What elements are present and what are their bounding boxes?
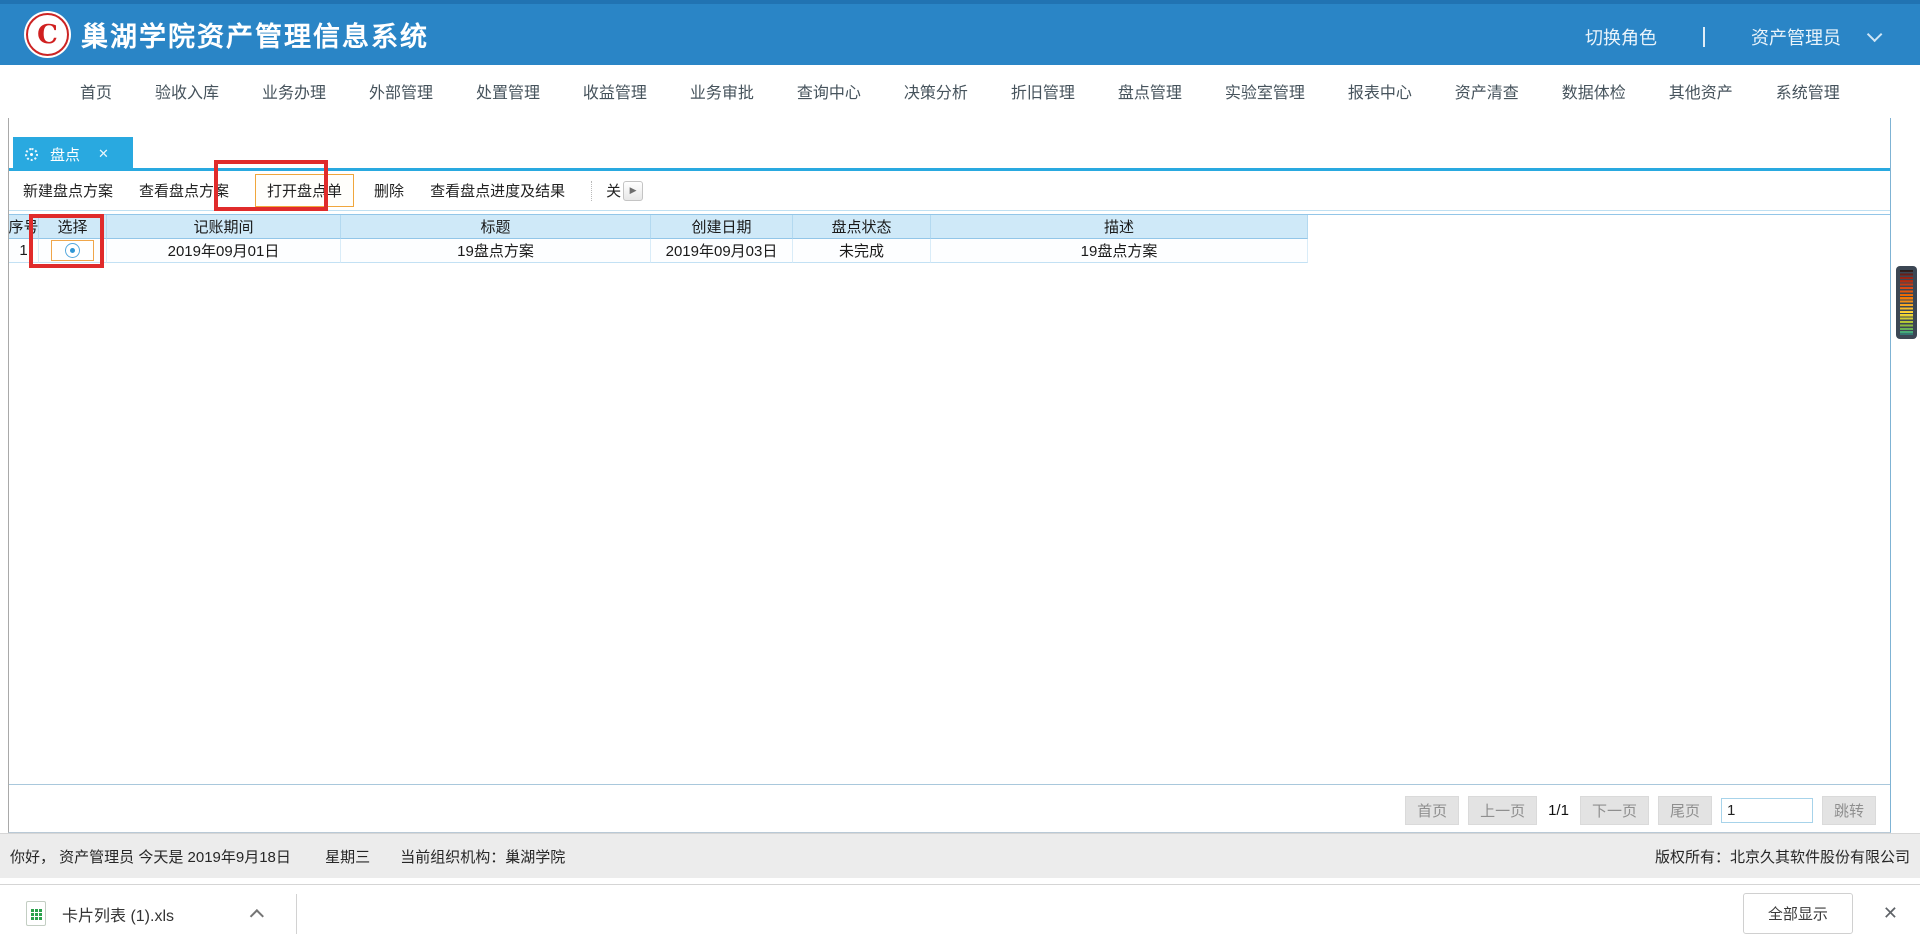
table-row[interactable]: 1 2019年09月01日 19盘点方案 2019年09月03日 未完成 19盘…: [9, 239, 1890, 263]
downloaded-file-chip[interactable]: 卡片列表 (1).xls: [26, 901, 264, 926]
new-inventory-plan-button[interactable]: 新建盘点方案: [23, 180, 113, 201]
header-divider: [1703, 27, 1705, 47]
page-jump-input[interactable]: [1721, 798, 1813, 823]
download-bar: 卡片列表 (1).xls 全部显示 ✕: [0, 884, 1920, 942]
status-left: 你好， 资产管理员 今天是 2019年9月18日 星期三 当前组织机构：巢湖学院: [10, 846, 565, 867]
content-panel: 盘点 ✕ 新建盘点方案 查看盘点方案 打开盘点单 删除 查看盘点进度及结果 关 …: [8, 118, 1891, 833]
switch-role-button[interactable]: 切换角色: [1585, 24, 1657, 50]
grid-header-row: 序号 选择 记账期间 标题 创建日期 盘点状态 描述: [9, 215, 1890, 239]
next-page-button[interactable]: 下一页: [1580, 796, 1649, 825]
nav-item-lab[interactable]: 实验室管理: [1225, 79, 1305, 103]
prev-page-button[interactable]: 上一页: [1468, 796, 1537, 825]
pagination: 首页 上一页 1/1 下一页 尾页 跳转: [1405, 796, 1876, 825]
current-role-label: 资产管理员: [1751, 24, 1841, 50]
nav-item-acceptance[interactable]: 验收入库: [155, 79, 219, 103]
status-weekday: 星期三: [325, 849, 370, 866]
inventory-plan-grid: 序号 选择 记账期间 标题 创建日期 盘点状态 描述 1 2019年09月01日…: [9, 214, 1890, 263]
performance-widget[interactable]: [1896, 266, 1917, 339]
cell-status: 未完成: [793, 239, 931, 263]
col-header-created: 创建日期: [651, 215, 793, 239]
annotation-box-select-radio: [29, 214, 104, 268]
performance-bars-icon: [1900, 270, 1913, 335]
cell-title: 19盘点方案: [341, 239, 651, 263]
overflow-arrow-button[interactable]: ▶: [623, 181, 643, 201]
jump-button[interactable]: 跳转: [1822, 796, 1876, 825]
current-role-menu[interactable]: 资产管理员: [1751, 24, 1878, 50]
status-bar: 你好， 资产管理员 今天是 2019年9月18日 星期三 当前组织机构：巢湖学院…: [0, 833, 1920, 878]
toolbar-separator: [591, 181, 592, 201]
main-nav: 首页 验收入库 业务办理 外部管理 处置管理 收益管理 业务审批 查询中心 决策…: [0, 65, 1920, 117]
page-info: 1/1: [1548, 802, 1569, 819]
nav-item-depreciation[interactable]: 折旧管理: [1011, 79, 1075, 103]
delete-button[interactable]: 删除: [374, 180, 404, 201]
annotation-box-open-inventory: [214, 160, 328, 211]
download-bar-right: 全部显示 ✕: [1743, 893, 1904, 934]
toolbar-overflow: 关 ▶: [606, 180, 643, 201]
col-header-period: 记账期间: [107, 215, 341, 239]
nav-item-income[interactable]: 收益管理: [583, 79, 647, 103]
col-header-desc: 描述: [931, 215, 1308, 239]
col-header-title: 标题: [341, 215, 651, 239]
nav-item-other-assets[interactable]: 其他资产: [1669, 79, 1733, 103]
chevron-down-icon[interactable]: [1867, 27, 1883, 43]
university-logo-icon: C: [24, 11, 71, 58]
status-organization: 当前组织机构：巢湖学院: [400, 849, 565, 866]
nav-item-asset-check[interactable]: 资产清查: [1455, 79, 1519, 103]
overflow-label: 关: [606, 180, 621, 201]
nav-item-query[interactable]: 查询中心: [797, 79, 861, 103]
nav-item-approval[interactable]: 业务审批: [690, 79, 754, 103]
nav-item-home[interactable]: 首页: [80, 79, 112, 103]
view-progress-result-button[interactable]: 查看盘点进度及结果: [430, 180, 565, 201]
grid-bottom-divider: [9, 784, 1890, 785]
nav-item-system[interactable]: 系统管理: [1776, 79, 1840, 103]
first-page-button[interactable]: 首页: [1405, 796, 1459, 825]
tab-close-icon[interactable]: ✕: [98, 146, 109, 162]
target-icon: [25, 148, 38, 161]
tab-label: 盘点: [50, 144, 80, 165]
downloaded-file-name: 卡片列表 (1).xls: [62, 902, 174, 926]
tab-inventory[interactable]: 盘点 ✕: [13, 137, 133, 171]
nav-item-disposal[interactable]: 处置管理: [476, 79, 540, 103]
download-bar-divider: [296, 894, 297, 934]
nav-item-analysis[interactable]: 决策分析: [904, 79, 968, 103]
nav-item-external[interactable]: 外部管理: [369, 79, 433, 103]
excel-file-icon: [26, 901, 46, 926]
cell-created: 2019年09月03日: [651, 239, 793, 263]
cell-period: 2019年09月01日: [107, 239, 341, 263]
last-page-button[interactable]: 尾页: [1658, 796, 1712, 825]
nav-item-business[interactable]: 业务办理: [262, 79, 326, 103]
arrow-right-icon: ▶: [630, 185, 637, 196]
nav-item-inventory[interactable]: 盘点管理: [1118, 79, 1182, 103]
header-right: 切换角色 资产管理员: [1585, 4, 1878, 69]
col-header-status: 盘点状态: [793, 215, 931, 239]
status-greeting: 你好， 资产管理员 今天是 2019年9月18日: [10, 849, 291, 866]
page-title: 巢湖学院资产管理信息系统: [81, 15, 429, 54]
copyright-text: 版权所有：北京久其软件股份有限公司: [1655, 846, 1910, 867]
download-bar-close-icon[interactable]: ✕: [1883, 903, 1898, 924]
cell-desc: 19盘点方案: [931, 239, 1308, 263]
nav-item-report[interactable]: 报表中心: [1348, 79, 1412, 103]
nav-item-data-check[interactable]: 数据体检: [1562, 79, 1626, 103]
show-all-button[interactable]: 全部显示: [1743, 893, 1853, 934]
logo-letter: C: [24, 11, 71, 58]
app-header: C 巢湖学院资产管理信息系统 切换角色 资产管理员: [0, 0, 1920, 65]
chevron-up-icon[interactable]: [250, 909, 264, 923]
